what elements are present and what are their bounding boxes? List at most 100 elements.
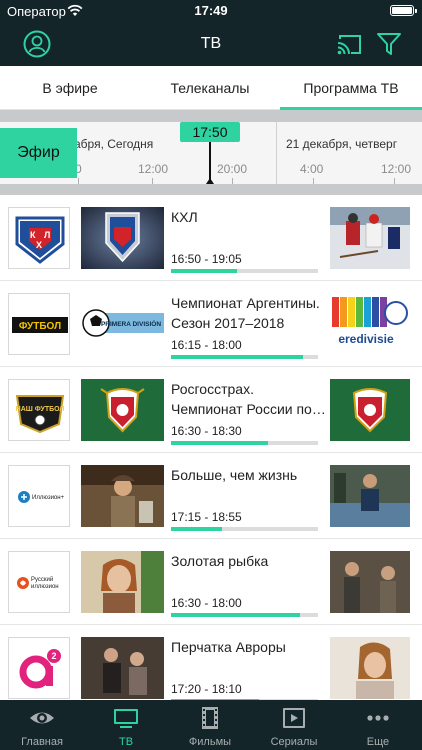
tick-mark [394,178,395,184]
program-thumbnail[interactable] [81,637,164,699]
program-progress-fill [171,269,238,273]
program-thumbnail[interactable] [81,379,164,441]
list-item[interactable]: Русский иллюзион Золотая рыбка 16:30 - 1… [0,539,422,625]
next-program-thumbnail[interactable]: eredivisie [330,293,410,355]
channel-logo-text: Иллюзион+ [32,495,65,501]
list-item[interactable]: ФУТБОЛ PRIMERA DIVISIÓN Чемпионат Аргент… [0,281,422,367]
thumbnail-caption: eredivisie [338,332,394,346]
list-item[interactable]: К Л Х КХЛ 16:50 - 19:05 [0,195,422,281]
segment-tabs: В эфире Телеканалы Программа ТВ [0,66,422,110]
more-icon [367,715,389,721]
live-button[interactable]: Эфир [0,128,77,178]
battery-icon [390,5,417,16]
rosgosstrakh-thumbnail-icon [330,379,410,441]
movie-still-thumbnail-icon [81,465,164,527]
primera-division-thumbnail-icon: PRIMERA DIVISIÓN [81,293,164,355]
tab-label: Фильмы [188,736,232,748]
list-item[interactable]: НАШ ФУТБОЛ Росгосстрах. Чемпионат России… [0,367,422,453]
program-progress [171,527,318,531]
svg-text:ФУТБОЛ: ФУТБОЛ [19,321,61,332]
day-label-today: абря, Сегодня [74,137,154,151]
status-time: 17:49 [194,3,228,18]
program-progress [171,269,318,273]
tab-tv[interactable]: ТВ [84,700,168,750]
next-program-thumbnail[interactable] [330,379,410,441]
now-marker-arrow [206,178,214,184]
next-program-thumbnail[interactable] [330,465,410,527]
next-program-thumbnail[interactable] [330,637,410,699]
program-thumbnail[interactable] [81,551,164,613]
tv-icon [114,709,138,728]
tab-tv-guide[interactable]: Программа ТВ [280,66,422,110]
timeline-tick: 12:00 [138,162,169,176]
tick-mark [152,178,153,184]
tab-more[interactable]: Еще [336,700,420,750]
channel-logo[interactable]: Иллюзион+ [8,465,70,527]
movie-still-thumbnail-icon [81,551,164,613]
nash-futbol-logo-icon: НАШ ФУТБОЛ [16,395,64,434]
day-label-next: 21 декабря, четверг [286,137,398,151]
day-divider [276,122,277,184]
cast-icon[interactable] [334,29,364,59]
svg-text:иллюзион: иллюзион [31,584,59,590]
tab-series[interactable]: Сериалы [252,700,336,750]
tick-mark [232,178,233,184]
channel-logo[interactable]: Русский иллюзион [8,551,70,613]
tab-channels[interactable]: Телеканалы [140,66,280,110]
status-bar: Оператор 17:49 [0,0,422,22]
program-progress-fill [171,527,223,531]
khl-thumbnail-icon [81,207,164,269]
rosgosstrakh-thumbnail-icon [81,379,164,441]
bottom-tab-bar: Главная ТВ Фильмы Сериалы Еще [0,700,422,750]
program-thumbnail[interactable] [81,207,164,269]
tab-on-air[interactable]: В эфире [0,66,140,110]
timeline[interactable]: абря, Сегодня 21 декабря, четверг 0 12:0… [0,110,422,195]
program-time: 17:15 - 18:55 [171,510,242,524]
program-title: Росгосстрах. Чемпионат России по… [171,381,326,417]
next-program-thumbnail[interactable] [330,207,410,269]
filter-icon[interactable] [374,29,404,59]
tick-mark [313,178,314,184]
svg-text:Х: Х [36,240,42,250]
timeline-tick: 20:00 [217,162,248,176]
svg-text:2: 2 [51,651,56,661]
hockey-thumbnail-icon [330,207,410,269]
movie-still-thumbnail-icon [330,465,410,527]
list-item[interactable]: 2 Перчатка Авроры 17:20 - 18:10 [0,625,422,700]
tick-mark [78,178,79,184]
tab-home[interactable]: Главная [0,700,84,750]
program-title: Перчатка Авроры [171,639,286,655]
program-thumbnail[interactable] [81,465,164,527]
tab-label: ТВ [118,736,134,748]
program-thumbnail[interactable]: PRIMERA DIVISIÓN [81,293,164,355]
list-item[interactable]: Иллюзион+ Больше, чем жизнь 17:15 - 18:5… [0,453,422,539]
program-time: 17:20 - 18:10 [171,682,242,696]
nav-bar: ТВ [0,22,422,66]
tab-films[interactable]: Фильмы [168,700,252,750]
tab-label: Главная [21,736,63,748]
program-title: Золотая рыбка [171,553,269,569]
illusion-logo-icon: Иллюзион+ [18,491,65,503]
tab-label: Сериалы [270,736,318,748]
svg-text:Л: Л [44,230,50,240]
futbol-logo-icon: ФУТБОЛ [12,317,68,333]
program-progress [171,441,318,445]
khl-logo-icon: К Л Х [15,216,65,264]
program-title: Чемпионат Аргентины. Сезон 2017–2018 [171,295,320,331]
thumbnail-caption: PRIMERA DIVISIÓN [101,319,161,328]
channel-logo[interactable]: 2 [8,637,70,699]
now-time-badge: 17:50 [180,122,240,142]
program-title: КХЛ [171,209,198,225]
a2-logo-icon: 2 [19,649,61,689]
russkiy-illusion-logo-icon: Русский иллюзион [17,576,59,590]
movie-still-thumbnail-icon [330,551,410,613]
program-list[interactable]: К Л Х КХЛ 16:50 - 19:05 ФУТБОЛ PRIMERA D… [0,195,422,700]
next-program-thumbnail[interactable] [330,551,410,613]
channel-logo[interactable]: ФУТБОЛ [8,293,70,355]
channel-logo[interactable]: НАШ ФУТБОЛ [8,379,70,441]
timeline-tick: 4:00 [300,162,324,176]
program-progress [171,613,318,617]
svg-text:Русский: Русский [31,576,53,583]
eye-icon [30,712,54,724]
channel-logo[interactable]: К Л Х [8,207,70,269]
